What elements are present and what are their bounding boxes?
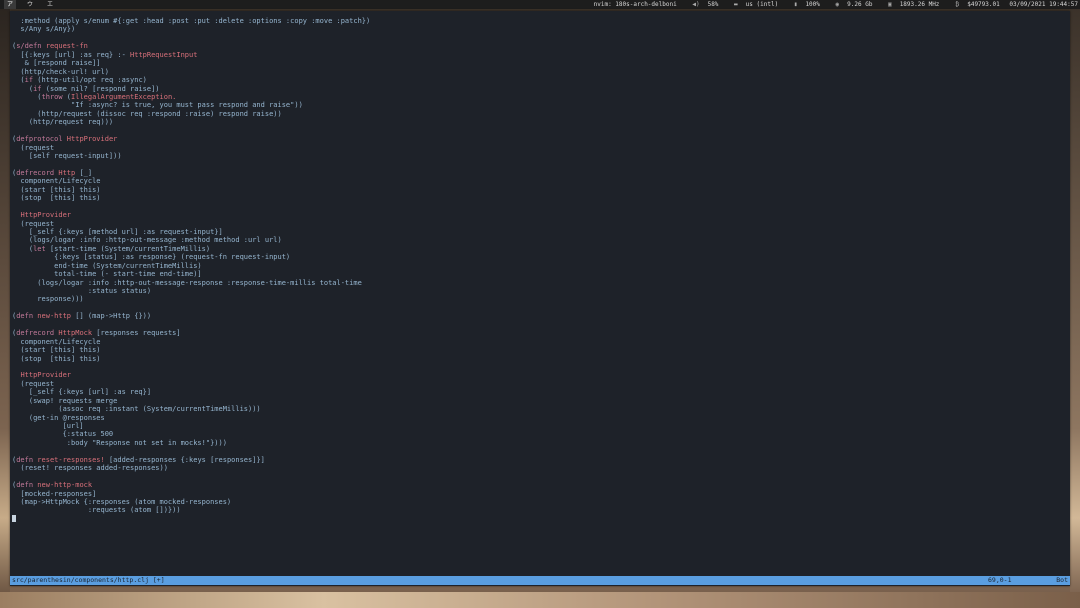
code-line: s/Any s/Any}) xyxy=(12,25,76,34)
code-line: (request xyxy=(12,219,55,228)
workspace-1[interactable]: ア xyxy=(4,0,17,9)
wallpaper-left xyxy=(0,9,10,608)
code-line: (defn new-http [] (map->Http {})) xyxy=(12,312,152,321)
code-line: (if (some nil? [respond raise]) xyxy=(12,84,160,93)
code-line: (defn new-http-mock xyxy=(12,481,93,490)
keyboard-icon: ▬ xyxy=(734,1,738,8)
status-widgets: nvim: 180s-arch-delboni ◀) 58% ▬ us (intl)… xyxy=(588,0,1078,9)
btc-value: $49793.01 xyxy=(967,1,1000,8)
code-line: (let [start-time (System/currentTimeMill… xyxy=(12,244,211,253)
code-line: (http/check-url! url) xyxy=(12,67,109,76)
code-line: (if (http-util/opt req :async) xyxy=(12,76,147,85)
wallpaper-bottom xyxy=(0,592,1080,608)
code-line: {:keys [status] :as response} (request-f… xyxy=(12,253,291,262)
code-line: component/Lifecycle xyxy=(12,337,101,346)
code-line: :body "Response not set in mocks!"}))) xyxy=(12,438,227,447)
memory-value: 9.26 Gb xyxy=(847,1,873,8)
bitcoin-icon: ₿ xyxy=(955,1,960,8)
code-line: "If :async? is true, you must pass respo… xyxy=(12,101,303,110)
code-line: [url] xyxy=(12,422,84,430)
code-line: end-time (System/currentTimeMillis) xyxy=(12,261,202,270)
text-cursor xyxy=(12,514,16,522)
workspace-3[interactable]: エ xyxy=(44,0,56,9)
top-status-bar: ア ウ エ nvim: 180s-arch-delboni ◀) 58% ▬ us … xyxy=(0,0,1080,9)
cpu-value: 1893.26 MHz xyxy=(899,1,940,8)
code-line: total-time (- start-time end-time)] xyxy=(12,270,202,279)
btc-widget: ₿ $49793.01 xyxy=(949,1,1000,8)
code-line: (defn reset-responses! [added-responses … xyxy=(12,455,265,464)
battery-value: 100% xyxy=(805,1,820,8)
code-line: (assoc req :instant (System/currentTimeM… xyxy=(12,405,261,414)
code-line: [_self {:keys [url] :as req}] xyxy=(12,388,152,397)
memory-icon: ◉ xyxy=(835,1,840,8)
code-line: :requests (atom [])})) xyxy=(12,506,181,515)
volume-value: 58% xyxy=(707,1,719,8)
workspace-2[interactable]: ウ xyxy=(24,0,36,9)
memory-widget: ◉ 9.26 Gb xyxy=(830,1,873,8)
code-line: (http/request (dissoc req :respond :rais… xyxy=(12,109,282,118)
code-line: (request xyxy=(12,379,55,388)
code-line: (s/defn request-fn xyxy=(12,42,88,51)
code-line: (start [this] this) xyxy=(12,346,101,355)
code-line xyxy=(12,514,1070,523)
code-line: HttpProvider xyxy=(20,211,72,220)
code-line: (stop [this] this) xyxy=(12,194,101,203)
statusline-filename: src/parenthesin/components/http.clj [+] xyxy=(12,576,165,584)
nvim-window[interactable]: :method (apply s/enum #{:get :head :post… xyxy=(10,11,1070,586)
window-title: nvim: 180s-arch-delboni xyxy=(593,1,677,8)
code-line: HttpProvider xyxy=(20,371,72,380)
code-line: & [respond raise]] xyxy=(12,59,101,68)
code-line: (map->HttpMock {:responses (atom mocked-… xyxy=(12,497,232,506)
code-line: (logs/logar :info :http-out-message-resp… xyxy=(12,278,362,287)
code-buffer[interactable]: :method (apply s/enum #{:get :head :post… xyxy=(10,17,1070,523)
statusline-cursor-position: 69,0-1 xyxy=(988,576,1012,584)
code-line: (defrecord HttpMock [responses requests] xyxy=(12,329,181,338)
code-line: (http/request req))) xyxy=(12,118,114,127)
code-line: (defrecord Http [_] xyxy=(12,168,93,177)
cpu-icon: ▣ xyxy=(888,1,892,8)
code-line: [{:keys [url] :as req} :- HttpRequestInp… xyxy=(12,50,198,59)
code-line: (stop [this] this) xyxy=(12,354,101,363)
keyboard-layout: us (intl) xyxy=(745,1,779,8)
cpu-widget: ▣ 1893.26 MHz xyxy=(882,1,939,8)
wallpaper-right xyxy=(1070,9,1080,608)
code-line: (reset! responses added-responses)) xyxy=(12,464,168,473)
code-line: :status status) xyxy=(12,287,152,295)
code-line: :method (apply s/enum #{:get :head :post… xyxy=(12,17,371,25)
code-line: (throw (IllegalArgumentException. xyxy=(12,92,177,101)
battery-widget: ▮ 100% xyxy=(788,1,820,8)
code-line: component/Lifecycle xyxy=(12,177,101,186)
code-line: {:status 500 xyxy=(12,430,114,439)
keyboard-widget[interactable]: ▬ us (intl) xyxy=(728,1,778,8)
code-line: response))) xyxy=(12,295,84,304)
code-line: (request xyxy=(12,143,55,152)
code-line: (swap! requests merge xyxy=(12,396,118,405)
statusline-scroll-percent: Bot xyxy=(1056,576,1068,584)
clock: 03/09/2021 19:44:57 xyxy=(1009,1,1078,8)
code-line: (logs/logar :info :http-out-message :met… xyxy=(12,236,282,245)
volume-widget[interactable]: ◀) 58% xyxy=(686,1,718,8)
battery-icon: ▮ xyxy=(793,1,798,8)
code-line: [self request-input])) xyxy=(12,152,122,160)
code-line: (get-in @responses xyxy=(12,413,105,422)
code-line: (defprotocol HttpProvider xyxy=(12,135,118,144)
vim-statusline: src/parenthesin/components/http.clj [+] … xyxy=(10,576,1070,585)
code-line: (start [this] this) xyxy=(12,185,101,194)
code-line: [mocked-responses] xyxy=(12,489,97,498)
code-line: [_self {:keys [method url] :as request-i… xyxy=(12,227,223,236)
speaker-icon: ◀) xyxy=(692,1,700,8)
